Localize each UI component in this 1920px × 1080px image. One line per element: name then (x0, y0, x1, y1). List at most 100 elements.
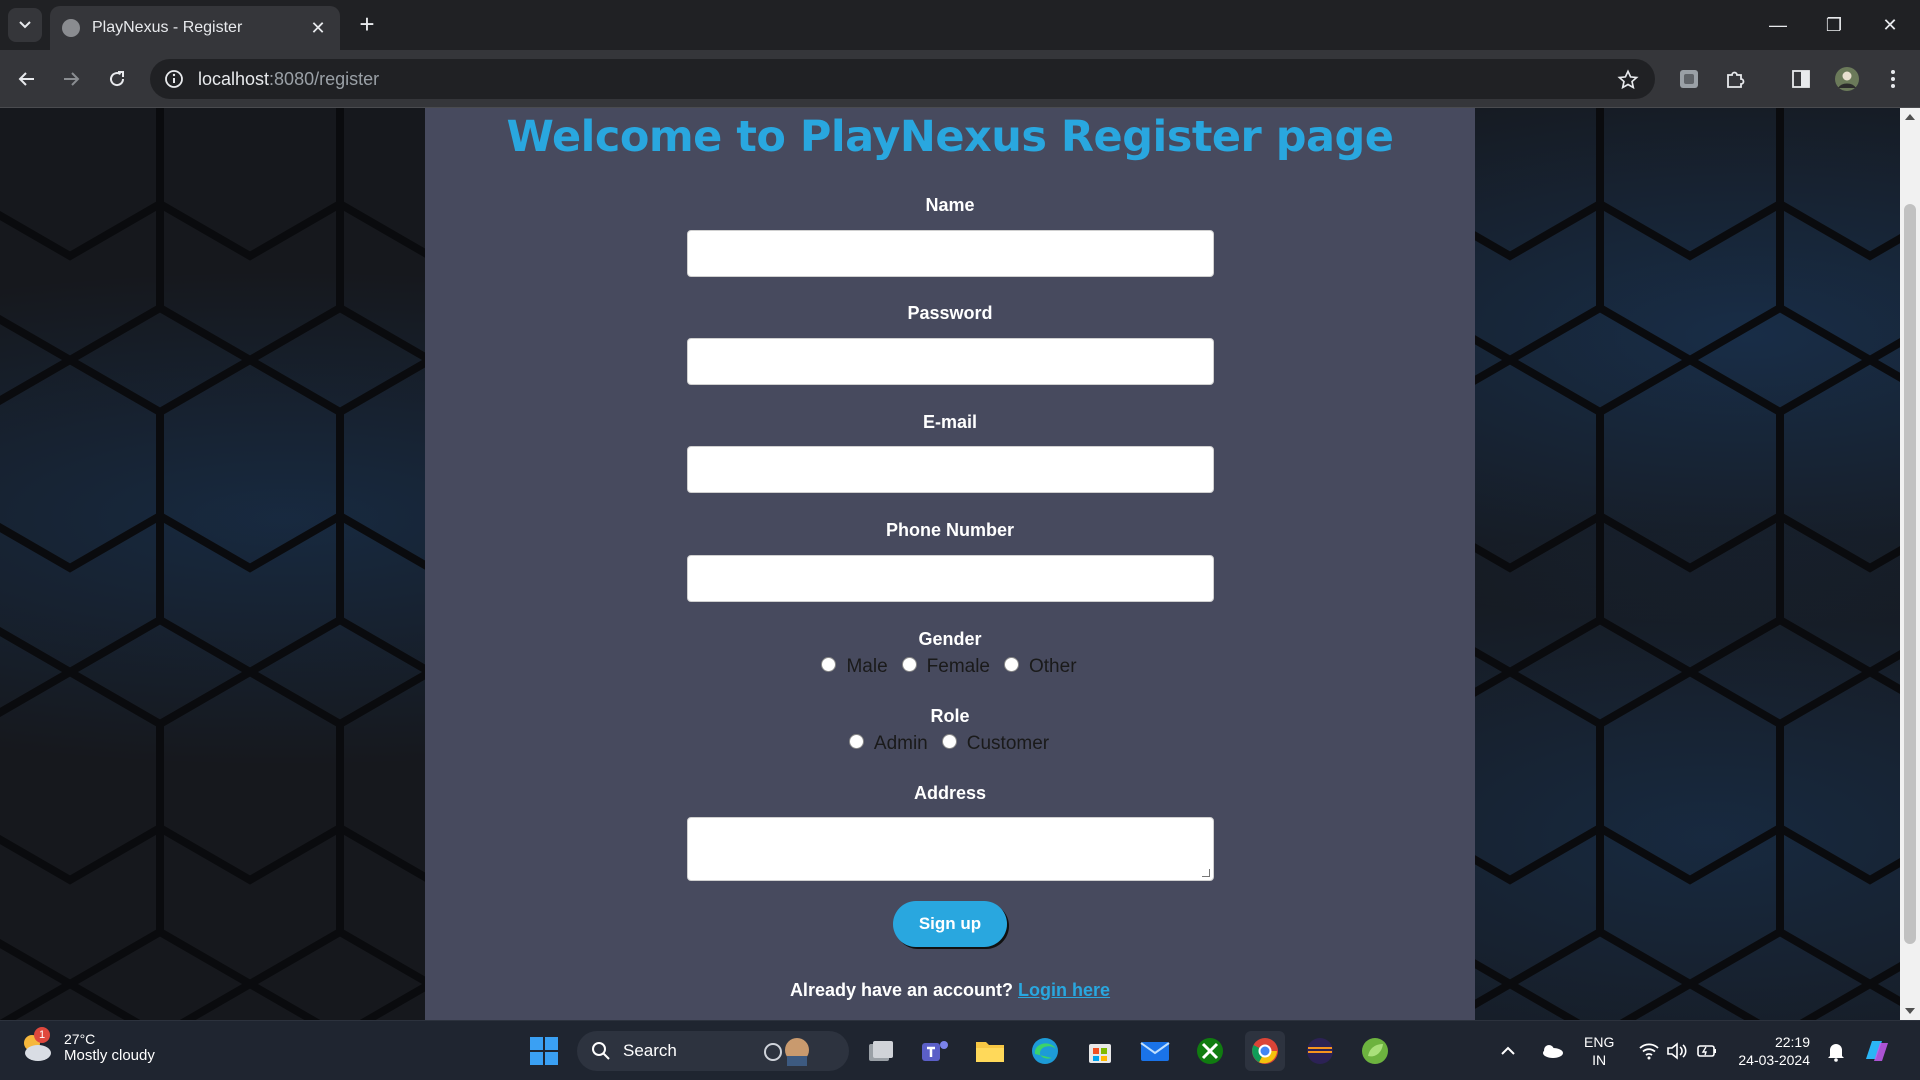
close-window-button[interactable]: ✕ (1862, 0, 1918, 50)
xbox-app[interactable] (1190, 1031, 1230, 1071)
scrollbar-thumb[interactable] (1904, 204, 1916, 944)
role-admin-radio[interactable] (848, 733, 864, 749)
register-panel: Welcome to PlayNexus Register page Name … (425, 108, 1475, 1020)
teams-app[interactable] (915, 1031, 955, 1071)
store-icon (1089, 1044, 1111, 1063)
email-label: E-mail (922, 412, 978, 432)
extension-app-icon (1680, 70, 1698, 88)
gender-male-radio[interactable] (821, 656, 837, 672)
reload-icon (110, 71, 125, 87)
input-language[interactable]: ENG IN (1584, 1033, 1614, 1069)
task-view-button[interactable] (861, 1031, 901, 1071)
windows-taskbar: 1 27°C Mostly cloudy Search ENG IN 22:19… (0, 1020, 1920, 1080)
phone-input[interactable] (687, 555, 1214, 602)
spring-tools-app[interactable] (1355, 1031, 1395, 1071)
mail-app[interactable] (1135, 1031, 1175, 1071)
chrome-icon (1252, 1038, 1278, 1064)
role-admin-label: Admin (873, 733, 928, 754)
weather-condition: Mostly cloudy (64, 1046, 155, 1064)
password-label: Password (907, 303, 993, 323)
weather-temperature: 27°C (64, 1030, 96, 1047)
close-tab-icon[interactable]: ✕ (308, 18, 328, 39)
page-scrollbar[interactable] (1900, 108, 1920, 1020)
address-bar[interactable]: localhost:8080/register (150, 59, 1655, 99)
role-options: Admin Customer (425, 733, 1475, 755)
store-app[interactable] (1080, 1031, 1120, 1071)
gender-label: Gender (918, 629, 982, 649)
profile-button[interactable] (1832, 64, 1862, 94)
folder-icon (976, 1042, 1004, 1062)
new-tab-button[interactable]: + (352, 10, 382, 40)
extension-button[interactable] (1674, 64, 1704, 94)
forward-button[interactable] (56, 64, 86, 94)
email-input[interactable] (687, 446, 1214, 493)
wifi-icon (1639, 1043, 1659, 1060)
scroll-up-icon[interactable] (1905, 114, 1915, 120)
url-host: localhost (198, 68, 270, 89)
copilot-icon (1866, 1041, 1888, 1061)
address-textarea[interactable] (687, 817, 1214, 881)
login-prompt: Already have an account? Login here (425, 980, 1475, 1001)
role-label: Role (930, 706, 970, 726)
file-explorer-app[interactable] (970, 1031, 1010, 1071)
xbox-icon (1197, 1038, 1223, 1064)
arrow-left-icon (18, 72, 34, 86)
site-info-icon[interactable] (164, 69, 184, 89)
browser-tab[interactable]: PlayNexus - Register ✕ (50, 6, 340, 50)
tab-title: PlayNexus - Register (92, 19, 243, 36)
browser-tab-bar: PlayNexus - Register ✕ + — ❐ ✕ (0, 0, 1920, 50)
taskbar-search-label: Search (623, 1041, 677, 1060)
avatar (1835, 67, 1859, 91)
resize-handle-icon[interactable] (1202, 869, 1210, 877)
login-link[interactable]: Login here (1018, 980, 1110, 1000)
side-panel-button[interactable] (1786, 64, 1816, 94)
phone-label: Phone Number (885, 520, 1014, 540)
puzzle-icon (1727, 71, 1745, 88)
role-customer-radio[interactable] (941, 733, 957, 749)
notifications-button[interactable] (1825, 1021, 1847, 1080)
system-clock[interactable]: 22:19 24-03-2024 (1730, 1033, 1810, 1069)
name-label: Name (925, 195, 975, 215)
tray-overflow-button[interactable] (1500, 1021, 1516, 1080)
tab-search-button[interactable] (8, 8, 42, 42)
chevron-down-icon (19, 21, 31, 29)
role-customer-label: Customer (966, 733, 1050, 754)
gender-options: Male Female Other (425, 656, 1475, 678)
gender-male-label: Male (846, 656, 888, 677)
lang-region: IN (1592, 1052, 1607, 1068)
bell-icon (1828, 1044, 1844, 1062)
eclipse-app[interactable] (1300, 1031, 1340, 1071)
gender-female-radio[interactable] (901, 656, 917, 672)
scroll-down-icon[interactable] (1905, 1008, 1915, 1014)
taskbar-search[interactable]: Search (577, 1031, 849, 1071)
gender-other-radio[interactable] (1004, 656, 1019, 672)
browser-menu-button[interactable] (1878, 64, 1908, 94)
password-input[interactable] (687, 338, 1214, 385)
reload-button[interactable] (102, 64, 132, 94)
restore-button[interactable]: ❐ (1806, 0, 1862, 50)
volume-tray[interactable] (1666, 1021, 1688, 1080)
onedrive-tray[interactable] (1540, 1021, 1564, 1080)
minimize-button[interactable]: — (1750, 0, 1806, 50)
start-button[interactable] (524, 1031, 564, 1071)
task-view-icon (869, 1041, 893, 1061)
battery-tray[interactable] (1696, 1021, 1718, 1080)
weather-widget[interactable]: 1 27°C Mostly cloudy (18, 1027, 155, 1065)
name-input[interactable] (687, 230, 1214, 277)
chevron-up-icon (1501, 1046, 1515, 1055)
extensions-menu-button[interactable] (1720, 64, 1750, 94)
edge-app[interactable] (1025, 1031, 1065, 1071)
cloudy-weather-icon: 1 (18, 1027, 54, 1065)
chrome-app[interactable] (1245, 1031, 1285, 1071)
page-viewport: Welcome to PlayNexus Register page Name … (0, 108, 1900, 1020)
gender-female-label: Female (926, 656, 990, 677)
back-button[interactable] (12, 64, 42, 94)
browser-toolbar: localhost:8080/register (0, 50, 1920, 108)
bookmark-star-icon[interactable] (1617, 69, 1639, 91)
copilot-button[interactable] (1862, 1021, 1892, 1080)
spring-leaf-icon (1362, 1038, 1388, 1064)
lang-code: ENG (1584, 1034, 1615, 1050)
network-tray[interactable] (1638, 1021, 1660, 1080)
clock-date: 24-03-2024 (1738, 1052, 1810, 1068)
signup-button[interactable]: Sign up (893, 901, 1007, 947)
